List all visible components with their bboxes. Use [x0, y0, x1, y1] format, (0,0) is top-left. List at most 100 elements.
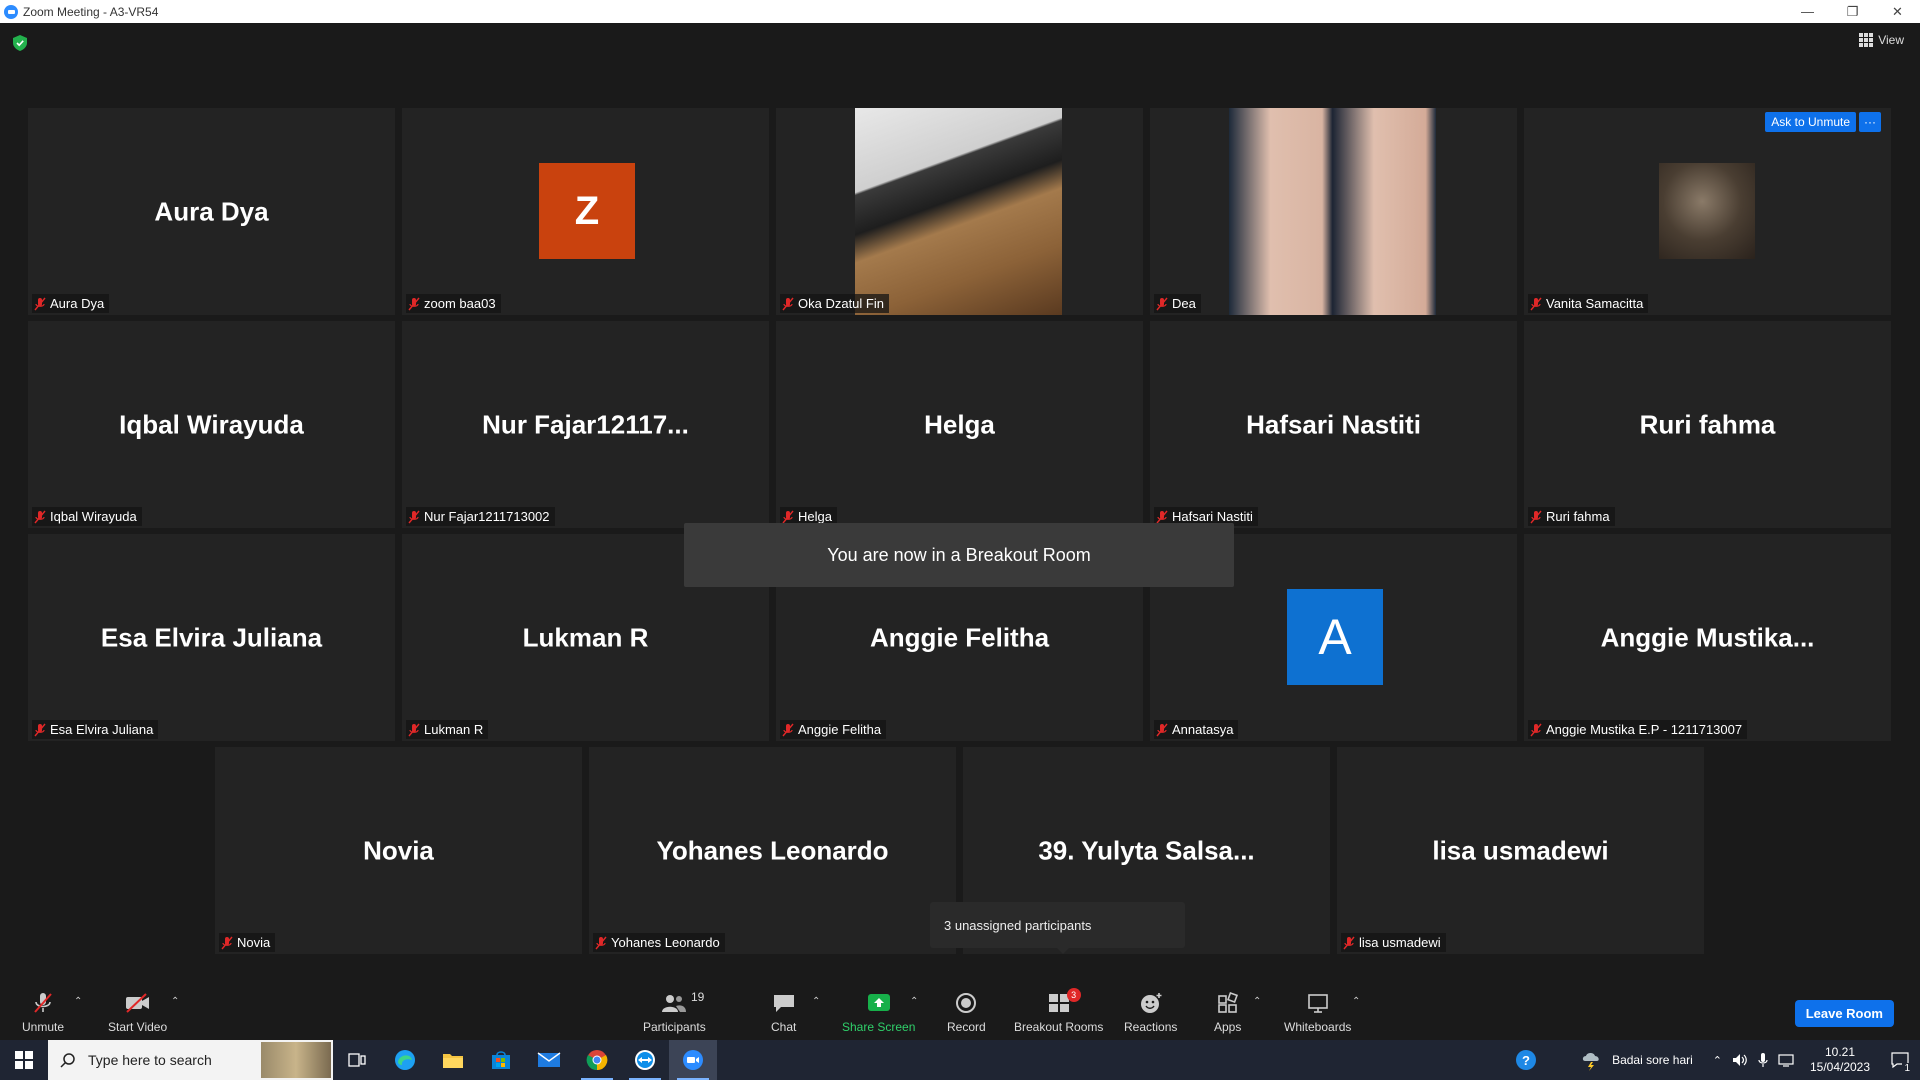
zoom-app[interactable] [669, 1040, 717, 1080]
help-button[interactable]: ? [1502, 1049, 1550, 1071]
participant-tile[interactable]: Esa Elvira Juliana Esa Elvira Juliana [28, 534, 395, 741]
muted-mic-icon [782, 723, 794, 737]
participant-tile[interactable]: Ask to Unmute ··· Vanita Samacitta [1524, 108, 1891, 315]
participant-label: Anggie Mustika E.P - 1211713007 [1528, 720, 1748, 739]
store-icon [492, 1051, 510, 1069]
participant-display-name: Yohanes Leonardo [656, 835, 889, 865]
participant-display-name: lisa usmadewi [1432, 835, 1609, 865]
participant-display-name: Helga [924, 409, 995, 439]
chat-options-chevron-icon[interactable]: ⌃ [812, 996, 820, 1007]
audio-options-chevron-icon[interactable]: ⌃ [74, 996, 82, 1007]
participant-photo [1659, 163, 1755, 259]
participant-label: Iqbal Wirayuda [32, 507, 142, 526]
mail-app[interactable] [525, 1040, 573, 1080]
participant-photo [1229, 108, 1436, 315]
apps-options-chevron-icon[interactable]: ⌃ [1253, 996, 1261, 1007]
taskbar-search-input[interactable]: Type here to search [48, 1040, 333, 1080]
volume-icon[interactable] [1732, 1053, 1748, 1067]
search-highlight-image [261, 1042, 331, 1078]
participant-tile[interactable]: Aura Dya Aura Dya [28, 108, 395, 315]
ask-to-unmute-button[interactable]: Ask to Unmute [1765, 112, 1856, 132]
participant-label: Nur Fajar1211713002 [406, 507, 555, 526]
reactions-button[interactable]: Reactions [1124, 990, 1177, 1034]
close-button[interactable]: ✕ [1875, 0, 1920, 23]
muted-mic-icon [595, 936, 607, 950]
participant-tile[interactable]: lisa usmadewi lisa usmadewi [1337, 747, 1704, 954]
participant-tile[interactable]: Yohanes Leonardo Yohanes Leonardo [589, 747, 956, 954]
meeting-toolbar: Unmute ⌃ Start Video ⌃ 19 Participants C… [0, 978, 1920, 1040]
apps-button[interactable]: Apps [1214, 990, 1241, 1034]
muted-mic-icon [1156, 510, 1168, 524]
muted-mic-icon [1530, 723, 1542, 737]
participant-tile[interactable]: Oka Dzatul Fin [776, 108, 1143, 315]
participant-display-name: Anggie Felitha [869, 622, 1050, 652]
participant-tile[interactable]: Ruri fahma Ruri fahma [1524, 321, 1891, 528]
participant-display-name: Nur Fajar12117... [482, 409, 689, 439]
participant-tile[interactable]: Dea [1150, 108, 1517, 315]
chat-button[interactable]: Chat [771, 990, 796, 1034]
start-video-button[interactable]: Start Video [108, 990, 167, 1034]
edge-icon [395, 1050, 415, 1070]
weather-widget[interactable]: Badai sore hari [1580, 1049, 1693, 1071]
participant-label: Aura Dya [32, 294, 110, 313]
participant-tile[interactable]: Hafsari Nastiti Hafsari Nastiti [1150, 321, 1517, 528]
edge-browser-app[interactable] [381, 1040, 429, 1080]
participant-display-name: Anggie Mustika... [1600, 622, 1815, 652]
more-options-button[interactable]: ··· [1859, 112, 1881, 132]
participant-tile[interactable]: Nur Fajar12117... Nur Fajar1211713002 [402, 321, 769, 528]
participant-display-name: Hafsari Nastiti [1246, 409, 1421, 439]
share-screen-button[interactable]: Share Screen [842, 990, 915, 1034]
participants-button[interactable]: 19 Participants [643, 990, 706, 1034]
file-explorer-app[interactable] [429, 1040, 477, 1080]
share-options-chevron-icon[interactable]: ⌃ [910, 996, 918, 1007]
network-icon[interactable] [1778, 1053, 1794, 1067]
record-button[interactable]: Record [947, 990, 986, 1034]
microphone-icon[interactable] [1758, 1053, 1768, 1067]
participant-display-name: Ruri fahma [1639, 409, 1776, 439]
breakout-rooms-button[interactable]: 3 Breakout Rooms [1014, 988, 1103, 1034]
show-hidden-icons-chevron-icon[interactable]: ⌃ [1713, 1054, 1722, 1067]
taskbar-clock[interactable]: 10.21 15/04/2023 [1800, 1045, 1880, 1075]
teamviewer-app[interactable] [621, 1040, 669, 1080]
participant-display-name: 39. Yulyta Salsa... [1038, 835, 1255, 865]
storm-cloud-icon [1582, 1053, 1599, 1071]
participant-display-name: Iqbal Wirayuda [119, 409, 304, 439]
participant-display-name: Aura Dya [154, 196, 269, 226]
participant-tile[interactable]: Helga Helga [776, 321, 1143, 528]
participant-tile[interactable]: Anggie Mustika... Anggie Mustika E.P - 1… [1524, 534, 1891, 741]
microsoft-store-app[interactable] [477, 1040, 525, 1080]
video-options-chevron-icon[interactable]: ⌃ [171, 996, 179, 1007]
participant-label: Annatasya [1154, 720, 1239, 739]
participant-display-name: Esa Elvira Juliana [100, 622, 323, 652]
notifications-button[interactable]: 1 [1880, 1052, 1920, 1074]
participant-label: Lukman R [406, 720, 489, 739]
encryption-shield-icon[interactable] [13, 35, 27, 51]
chrome-icon [586, 1050, 608, 1071]
participant-label: Vanita Samacitta [1528, 294, 1649, 313]
muted-mic-icon [1530, 297, 1542, 311]
participant-label: Novia [219, 933, 276, 952]
participant-display-name: Novia [363, 835, 434, 865]
whiteboards-button[interactable]: Whiteboards [1284, 990, 1351, 1034]
windows-taskbar: Type here to search ? Badai sore hari ⌃ [0, 1040, 1920, 1080]
participant-tile[interactable]: Z zoom baa03 [402, 108, 769, 315]
share-screen-icon [866, 990, 892, 1016]
chrome-app[interactable] [573, 1040, 621, 1080]
muted-mic-icon [1343, 936, 1355, 950]
whiteboard-icon [1306, 990, 1330, 1016]
muted-mic-icon [782, 297, 794, 311]
participant-tile[interactable]: Novia Novia [215, 747, 582, 954]
participant-label: Ruri fahma [1528, 507, 1615, 526]
participant-tile[interactable]: Iqbal Wirayuda Iqbal Wirayuda [28, 321, 395, 528]
restore-button[interactable]: ❐ [1830, 0, 1875, 23]
view-button[interactable]: View [1859, 33, 1904, 47]
muted-mic-icon [221, 936, 233, 950]
unmute-button[interactable]: Unmute [22, 990, 64, 1034]
task-view-button[interactable] [333, 1040, 381, 1080]
start-button[interactable] [0, 1040, 48, 1080]
leave-room-button[interactable]: Leave Room [1794, 1000, 1894, 1027]
minimize-button[interactable]: — [1785, 0, 1830, 23]
muted-mic-icon [782, 510, 794, 524]
whiteboards-options-chevron-icon[interactable]: ⌃ [1352, 996, 1360, 1007]
muted-mic-icon [31, 990, 55, 1016]
